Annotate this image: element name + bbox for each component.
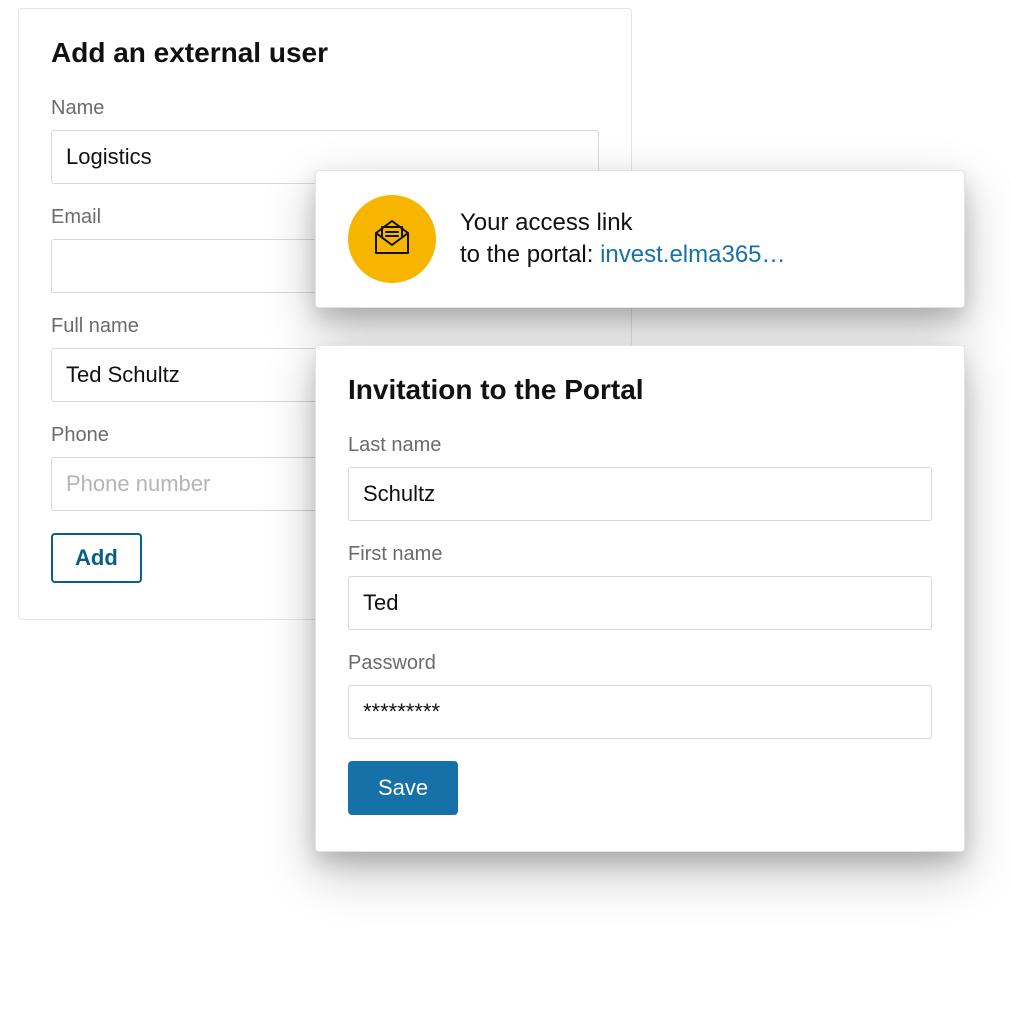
- access-link-line2: to the portal: invest.elma365…: [460, 239, 786, 271]
- invitation-title: Invitation to the Portal: [348, 374, 932, 406]
- firstname-input[interactable]: [348, 576, 932, 630]
- access-link-prefix: to the portal:: [460, 241, 600, 268]
- portal-link[interactable]: invest.elma365…: [600, 241, 785, 268]
- firstname-field-group: First name: [348, 543, 932, 630]
- firstname-label: First name: [348, 543, 932, 566]
- access-link-line1: Your access link: [460, 207, 786, 239]
- lastname-input[interactable]: [348, 467, 932, 521]
- fullname-label: Full name: [51, 315, 599, 338]
- lastname-label: Last name: [348, 434, 932, 457]
- envelope-icon-circle: [348, 195, 436, 283]
- name-label: Name: [51, 97, 599, 120]
- password-label: Password: [348, 652, 932, 675]
- add-user-title: Add an external user: [51, 37, 599, 69]
- access-link-text: Your access link to the portal: invest.e…: [460, 207, 786, 272]
- envelope-icon: [370, 215, 414, 264]
- invitation-card: Invitation to the Portal Last name First…: [315, 345, 965, 852]
- password-input[interactable]: [348, 685, 932, 739]
- password-field-group: Password: [348, 652, 932, 739]
- save-button[interactable]: Save: [348, 761, 458, 815]
- lastname-field-group: Last name: [348, 434, 932, 521]
- access-link-card: Your access link to the portal: invest.e…: [315, 170, 965, 308]
- add-button[interactable]: Add: [51, 533, 142, 583]
